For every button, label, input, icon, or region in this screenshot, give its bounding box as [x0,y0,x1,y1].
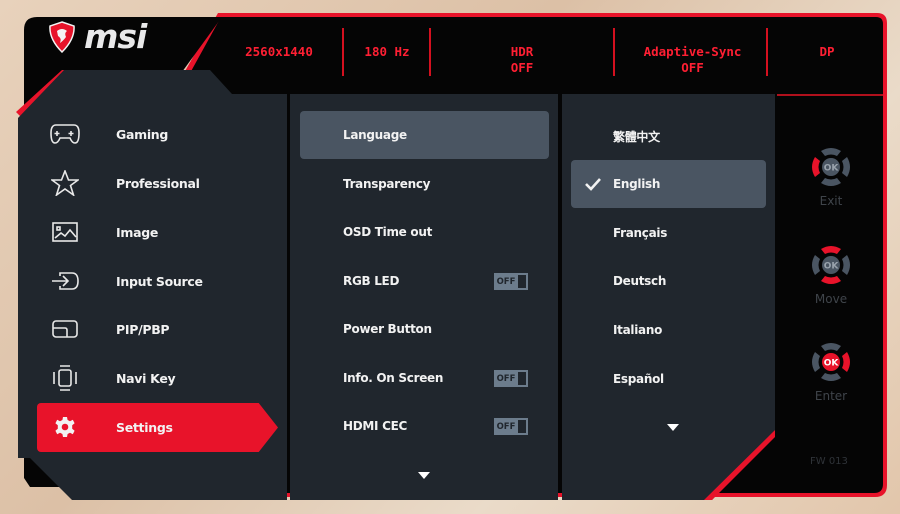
settings-item-osd-time-out[interactable]: OSD Time out [343,225,432,239]
settings-item-hdmi-cec[interactable]: HDMI CEC [343,419,407,433]
header-hdr-value: OFF [510,60,534,75]
navi-joystick-left-icon: OK [812,148,850,186]
language-option-spanish[interactable]: Español [613,372,664,386]
language-panel-bg [562,94,775,500]
rgb-led-toggle[interactable]: OFF [494,273,528,290]
settings-item-power-button[interactable]: Power Button [343,322,432,336]
sidebar-item-label: Image [116,224,159,240]
header-divider [429,28,431,76]
image-icon [50,220,80,244]
settings-item-transparency[interactable]: Transparency [343,177,431,191]
sidebar-item-settings[interactable]: Settings [50,415,173,439]
hdmi-cec-toggle[interactable]: OFF [494,418,528,435]
settings-selection-highlight [300,111,549,159]
sidebar-item-label: Navi Key [116,370,176,386]
sidebar-item-input-source[interactable]: Input Source [50,269,203,293]
header-divider [613,28,615,76]
sidebar-item-label: PIP/PBP [116,321,170,337]
navi-hint-label: Enter [814,389,848,403]
navi-hint-exit: OK Exit [801,145,861,208]
input-source-icon [50,269,80,293]
header-refresh-rate-label: 180 Hz [364,44,410,59]
ok-label: OK [824,359,840,369]
sidebar-item-label: Input Source [116,273,203,289]
sidebar-item-label: Settings [116,419,173,435]
chevron-down-icon[interactable] [667,424,679,431]
header-adaptive-sync-value: OFF [681,60,704,75]
sidebar-item-professional[interactable]: Professional [50,170,200,196]
navi-joystick-ok-icon: OK [812,343,850,381]
language-option-english[interactable]: English [613,177,660,191]
navi-hint-enter: OK Enter [801,340,861,403]
gamepad-icon [50,122,80,146]
navi-hint-label: Move [814,292,848,306]
ok-label: OK [824,262,840,272]
gear-icon [50,415,80,439]
star-icon [50,170,80,196]
msi-logo-text: msi [84,17,147,56]
chevron-down-icon[interactable] [418,472,430,479]
language-option-french[interactable]: Français [613,226,667,240]
language-option-german[interactable]: Deutsch [613,274,666,288]
sidebar-item-navi-key[interactable]: Navi Key [50,365,176,391]
info-on-screen-toggle[interactable]: OFF [494,370,528,387]
settings-item-info-on-screen[interactable]: Info. On Screen [343,371,443,385]
ok-label: OK [824,164,840,174]
header-input: DP [790,44,864,60]
toggle-knob [517,419,527,434]
settings-item-language[interactable]: Language [343,128,407,142]
sidebar-item-pip-pbp[interactable]: PIP/PBP [50,317,170,341]
header-refresh-rate: 180 Hz [348,44,426,60]
header-adaptive-sync: Adaptive-Sync OFF [630,44,755,76]
navi-key-icon [50,365,80,391]
toggle-state-label: OFF [495,371,517,386]
language-option-traditional-chinese[interactable]: 繁體中文 [613,128,660,145]
toggle-state-label: OFF [495,419,517,434]
frame-right-top-line [777,94,883,96]
msi-dragon-shield-icon [49,20,75,53]
navi-hint-label: Exit [819,194,843,208]
header-divider [766,28,768,76]
language-option-italian[interactable]: Italiano [613,323,662,337]
toggle-knob [517,274,527,289]
sidebar-item-gaming[interactable]: Gaming [50,122,168,146]
toggle-state-label: OFF [495,274,517,289]
sidebar-item-image[interactable]: Image [50,220,158,244]
navi-hint-move: OK Move [801,243,861,306]
sidebar-item-label: Gaming [116,126,169,142]
header-hdr: HDR OFF [470,44,574,76]
header-hdr-label: HDR [510,44,534,59]
msi-logo: msi [48,17,147,56]
pip-icon [50,317,80,341]
header-divider [342,28,344,76]
toggle-knob [517,371,527,386]
firmware-version: FW 013 [810,456,848,467]
navi-joystick-updown-icon: OK [812,246,850,284]
header-adaptive-sync-label: Adaptive-Sync [643,44,742,59]
header-input-label: DP [819,44,835,59]
sidebar-item-label: Professional [116,175,200,191]
settings-item-rgb-led[interactable]: RGB LED [343,274,399,288]
header-resolution: 2560x1440 [236,44,322,60]
checkmark-icon [585,178,601,191]
header-resolution-label: 2560x1440 [245,44,313,59]
